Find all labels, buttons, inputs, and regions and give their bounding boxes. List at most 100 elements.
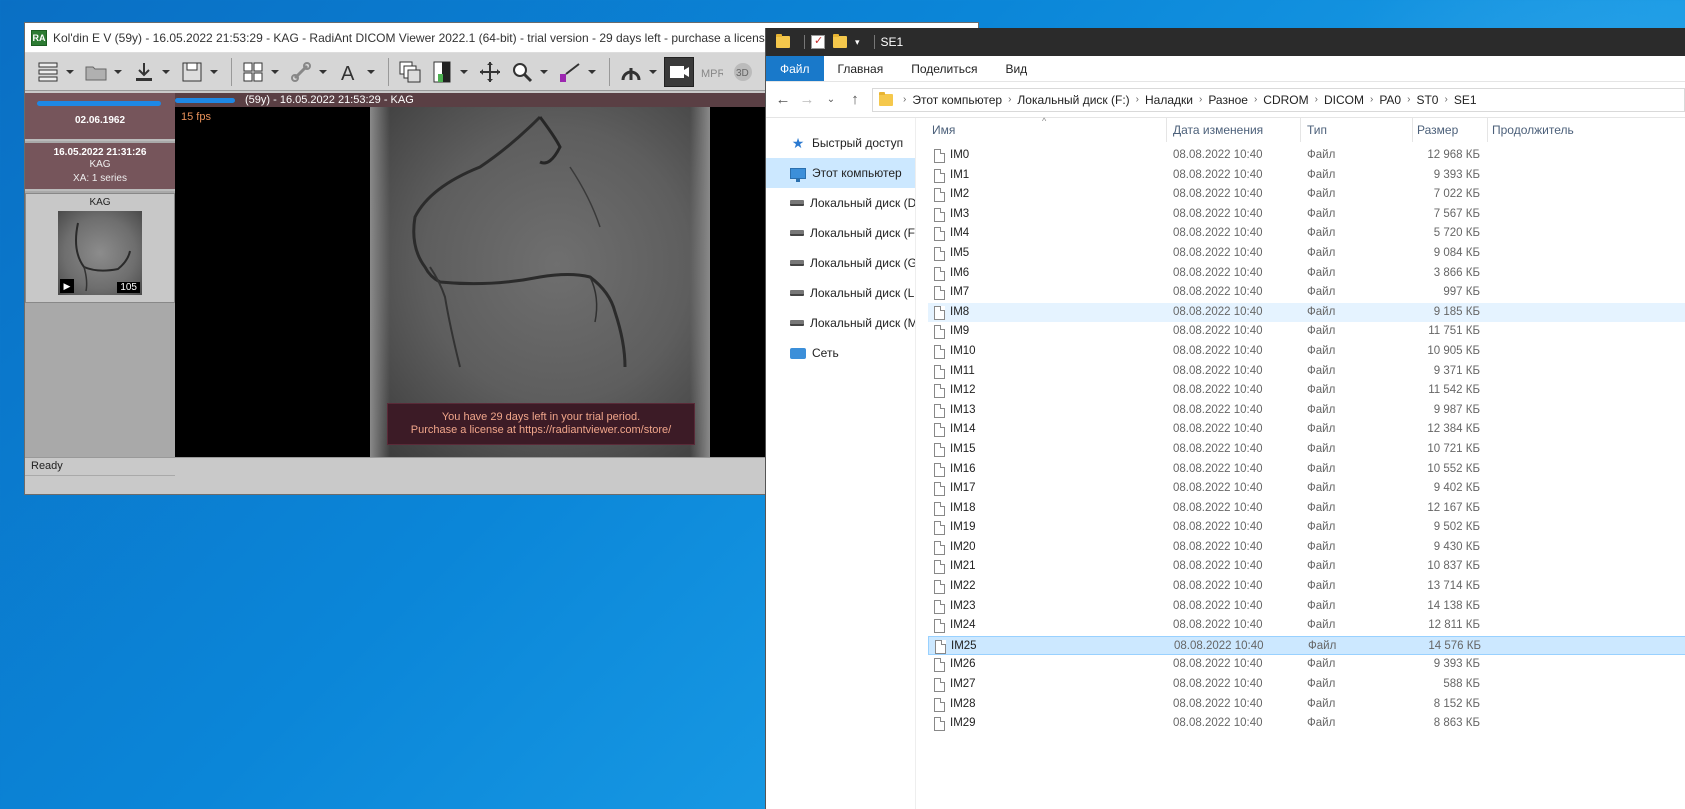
file-row[interactable]: IM18 08.08.2022 10:40 Файл 12 167 КБ (928, 499, 1685, 519)
pan-icon[interactable] (475, 57, 505, 87)
breadcrumb-item[interactable]: PA0 (1379, 93, 1401, 107)
mpr-icon[interactable]: MPR (696, 57, 726, 87)
file-row[interactable]: IM29 08.08.2022 10:40 Файл 8 863 КБ (928, 714, 1685, 734)
save-dropdown[interactable] (209, 57, 219, 87)
chevron-right-icon[interactable]: › (1370, 94, 1373, 105)
breadcrumb-item[interactable]: SE1 (1454, 93, 1477, 107)
series-thumbnail[interactable]: ▶ 105 (58, 211, 142, 295)
column-duration[interactable]: Продолжитель (1488, 118, 1685, 142)
file-row[interactable]: IM5 08.08.2022 10:40 Файл 9 084 КБ (928, 244, 1685, 264)
column-type[interactable]: Тип (1303, 118, 1413, 142)
nav-disk-l[interactable]: Локальный диск (L:) (766, 278, 915, 308)
open-dropdown[interactable] (113, 57, 123, 87)
nav-network[interactable]: Сеть (766, 338, 915, 368)
breadcrumb-item[interactable]: Наладки (1145, 93, 1193, 107)
chevron-right-icon[interactable]: › (1407, 94, 1410, 105)
chevron-right-icon[interactable]: › (903, 94, 906, 105)
file-row[interactable]: IM2 08.08.2022 10:40 Файл 7 022 КБ (928, 185, 1685, 205)
file-row[interactable]: IM25 08.08.2022 10:40 Файл 14 576 КБ (928, 635, 1685, 656)
file-row[interactable]: IM21 08.08.2022 10:40 Файл 10 837 КБ (928, 557, 1685, 577)
quick-access-dropdown-icon[interactable]: ▾ (855, 37, 860, 48)
file-row[interactable]: IM0 08.08.2022 10:40 Файл 12 968 КБ (928, 146, 1685, 166)
measure-dropdown[interactable] (587, 57, 597, 87)
save-icon[interactable] (177, 57, 207, 87)
nav-disk-f[interactable]: Локальный диск (F:) (766, 218, 915, 248)
explorer-titlebar[interactable]: ✓ ▾ SE1 (766, 28, 1685, 56)
up-arrow-icon[interactable]: ↑ (844, 89, 866, 111)
zoom-icon[interactable] (507, 57, 537, 87)
file-row[interactable]: IM23 08.08.2022 10:40 Файл 14 138 КБ (928, 597, 1685, 617)
file-row[interactable]: IM28 08.08.2022 10:40 Файл 8 152 КБ (928, 695, 1685, 715)
chevron-right-icon[interactable]: › (1199, 94, 1202, 105)
file-row[interactable]: IM14 08.08.2022 10:40 Файл 12 384 КБ (928, 420, 1685, 440)
file-row[interactable]: IM22 08.08.2022 10:40 Файл 13 714 КБ (928, 577, 1685, 597)
breadcrumb-item[interactable]: CDROM (1263, 93, 1308, 107)
file-row[interactable]: IM7 08.08.2022 10:40 Файл 997 КБ (928, 283, 1685, 303)
window-level-icon[interactable] (427, 57, 457, 87)
forward-arrow-icon[interactable]: → (796, 89, 818, 111)
open-folder-icon[interactable] (81, 57, 111, 87)
file-row[interactable]: IM20 08.08.2022 10:40 Файл 9 430 КБ (928, 538, 1685, 558)
file-row[interactable]: IM11 08.08.2022 10:40 Файл 9 371 КБ (928, 362, 1685, 382)
breadcrumb-item[interactable]: ST0 (1416, 93, 1438, 107)
nav-disk-g[interactable]: Локальный диск (G:) (766, 248, 915, 278)
studies-list-icon[interactable] (33, 57, 63, 87)
file-row[interactable]: IM15 08.08.2022 10:40 Файл 10 721 КБ (928, 440, 1685, 460)
chevron-right-icon[interactable]: › (1136, 94, 1139, 105)
file-row[interactable]: IM6 08.08.2022 10:40 Файл 3 866 КБ (928, 264, 1685, 284)
file-row[interactable]: IM3 08.08.2022 10:40 Файл 7 567 КБ (928, 205, 1685, 225)
annotation-dropdown[interactable] (366, 57, 376, 87)
column-date[interactable]: Дата изменения (1169, 118, 1301, 142)
file-row[interactable]: IM1 08.08.2022 10:40 Файл 9 393 КБ (928, 166, 1685, 186)
link-dropdown[interactable] (318, 57, 328, 87)
recent-locations-chevron-icon[interactable]: ⌄ (820, 89, 842, 111)
zoom-dropdown[interactable] (539, 57, 549, 87)
nav-disk-d[interactable]: Локальный диск (D:) (766, 188, 915, 218)
layout-grid-icon[interactable] (238, 57, 268, 87)
file-row[interactable]: IM9 08.08.2022 10:40 Файл 11 751 КБ (928, 322, 1685, 342)
play-icon[interactable]: ▶ (60, 279, 74, 293)
breadcrumb-item[interactable]: Разное (1208, 93, 1248, 107)
file-row[interactable]: IM8 08.08.2022 10:40 Файл 9 185 КБ (928, 302, 1685, 323)
measure-icon[interactable] (555, 57, 585, 87)
nav-disk-m[interactable]: Локальный диск (M:) (766, 308, 915, 338)
patient-card[interactable]: 02.06.1962 (25, 93, 175, 141)
column-name[interactable]: Имя (928, 118, 1167, 142)
download-icon[interactable] (129, 57, 159, 87)
tab-view[interactable]: Вид (991, 56, 1041, 81)
breadcrumb-item[interactable]: DICOM (1324, 93, 1364, 107)
studies-dropdown[interactable] (65, 57, 75, 87)
layout-dropdown[interactable] (270, 57, 280, 87)
tab-file[interactable]: Файл (766, 56, 824, 81)
tab-home[interactable]: Главная (824, 56, 898, 81)
new-folder-icon[interactable] (833, 34, 847, 48)
tools-icon[interactable] (616, 57, 646, 87)
back-arrow-icon[interactable]: ← (772, 89, 794, 111)
chevron-right-icon[interactable]: › (1254, 94, 1257, 105)
window-level-dropdown[interactable] (459, 57, 469, 87)
file-row[interactable]: IM27 08.08.2022 10:40 Файл 588 КБ (928, 675, 1685, 695)
chevron-right-icon[interactable]: › (1444, 94, 1447, 105)
file-row[interactable]: IM12 08.08.2022 10:40 Файл 11 542 КБ (928, 381, 1685, 401)
file-row[interactable]: IM17 08.08.2022 10:40 Файл 9 402 КБ (928, 479, 1685, 499)
link-icon[interactable] (286, 57, 316, 87)
file-row[interactable]: IM13 08.08.2022 10:40 Файл 9 987 КБ (928, 401, 1685, 421)
tools-dropdown[interactable] (648, 57, 658, 87)
cine-play-icon[interactable] (664, 56, 694, 87)
study-card[interactable]: 16.05.2022 21:31:26 KAG XA: 1 series (25, 143, 175, 191)
file-row[interactable]: IM24 08.08.2022 10:40 Файл 12 811 КБ (928, 616, 1685, 636)
series-stack-icon[interactable] (395, 57, 425, 87)
breadcrumb[interactable]: › Этот компьютер › Локальный диск (F:) › Н… (872, 87, 1685, 112)
series-card[interactable]: KAG ▶ 105 (25, 193, 175, 303)
tab-share[interactable]: Поделиться (897, 56, 991, 81)
file-row[interactable]: IM16 08.08.2022 10:40 Файл 10 552 КБ (928, 460, 1685, 480)
breadcrumb-item[interactable]: Этот компьютер (912, 93, 1002, 107)
file-row[interactable]: IM4 08.08.2022 10:40 Файл 5 720 КБ (928, 224, 1685, 244)
file-row[interactable]: IM10 08.08.2022 10:40 Файл 10 905 КБ (928, 342, 1685, 362)
nav-this-pc[interactable]: Этот компьютер (766, 158, 915, 188)
file-row[interactable]: IM19 08.08.2022 10:40 Файл 9 502 КБ (928, 518, 1685, 538)
chevron-right-icon[interactable]: › (1315, 94, 1318, 105)
breadcrumb-item[interactable]: Локальный диск (F:) (1017, 93, 1129, 107)
download-dropdown[interactable] (161, 57, 171, 87)
chevron-right-icon[interactable]: › (1008, 94, 1011, 105)
